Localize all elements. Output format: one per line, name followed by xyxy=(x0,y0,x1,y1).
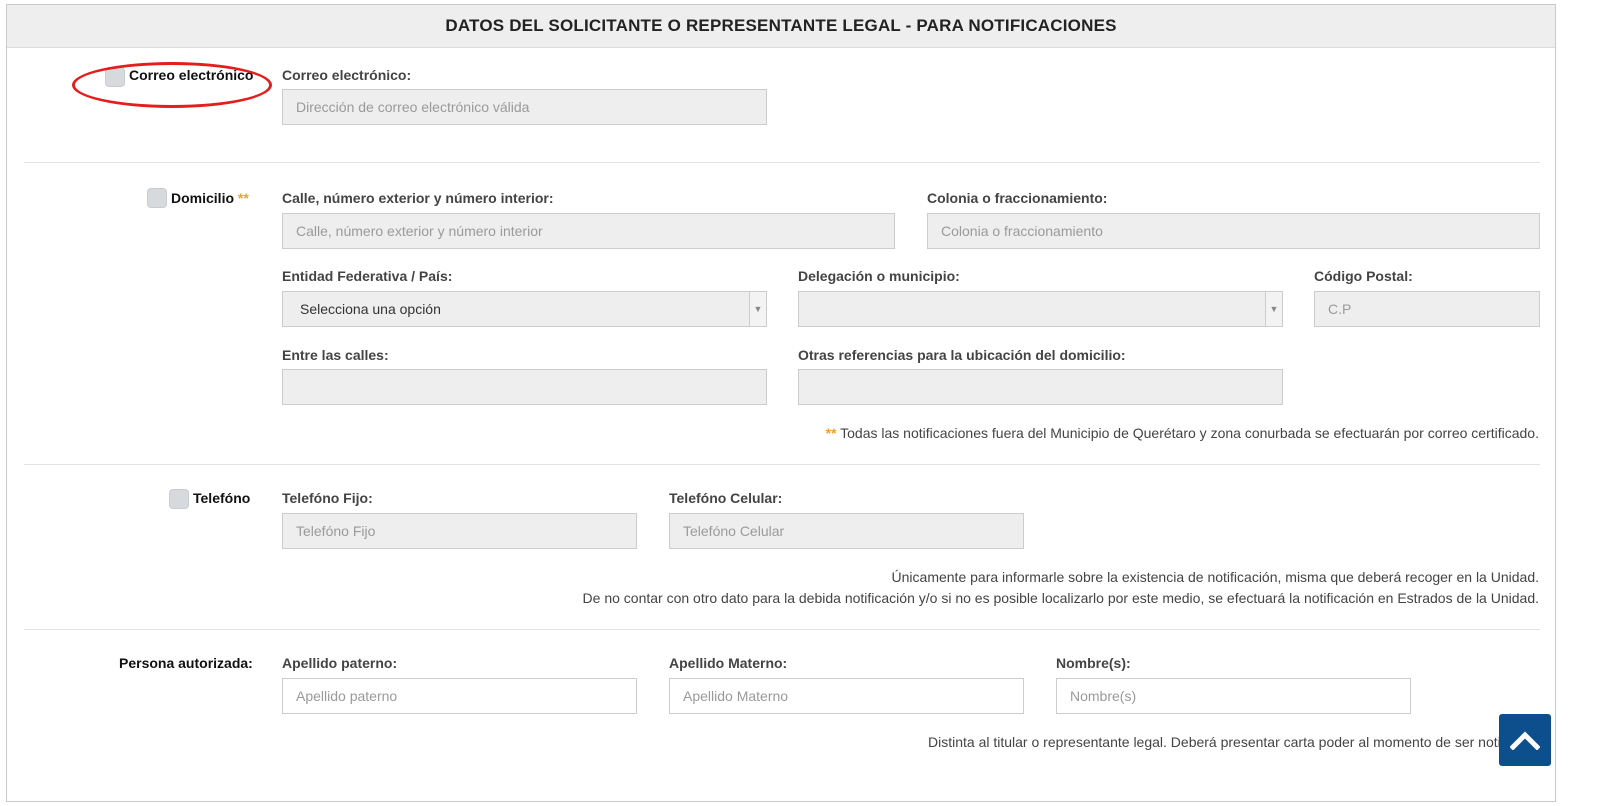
panel-title: DATOS DEL SOLICITANTE O REPRESENTANTE LE… xyxy=(7,5,1555,48)
address-option-text: Domicilio xyxy=(171,190,235,206)
authorized-note: Distinta al titular o representante lega… xyxy=(928,734,1543,750)
section-divider xyxy=(24,629,1540,630)
caret-down-icon: ▼ xyxy=(749,292,766,326)
names-input[interactable] xyxy=(1056,678,1411,714)
between-streets-input[interactable] xyxy=(282,369,767,405)
address-option-label: Domicilio ** xyxy=(171,190,249,206)
paternal-surname-input[interactable] xyxy=(282,678,637,714)
zip-field-label: Código Postal: xyxy=(1314,268,1413,284)
note-asterisk: ** xyxy=(825,425,837,441)
email-field-label: Correo electrónico: xyxy=(282,67,412,83)
between-streets-label: Entre las calles: xyxy=(282,347,389,363)
address-note: ** Todas las notificaciones fuera del Mu… xyxy=(826,425,1539,441)
notifications-panel: DATOS DEL SOLICITANTE O REPRESENTANTE LE… xyxy=(6,4,1556,802)
email-option-label: Correo electrónico xyxy=(129,67,254,83)
references-input[interactable] xyxy=(798,369,1283,405)
colony-input[interactable] xyxy=(927,213,1540,249)
address-asterisk: ** xyxy=(237,190,249,206)
colony-field-label: Colonia o fraccionamiento: xyxy=(927,190,1108,206)
maternal-surname-input[interactable] xyxy=(669,678,1024,714)
section-divider xyxy=(24,162,1540,163)
references-label: Otras referencias para la ubicación del … xyxy=(798,347,1126,363)
section-divider xyxy=(24,464,1540,465)
maternal-field-label: Apellido Materno: xyxy=(669,655,788,671)
mobile-field-label: Telefóno Celular: xyxy=(669,490,783,506)
mobile-input[interactable] xyxy=(669,513,1024,549)
phone-note-line1: Únicamente para informarle sobre la exis… xyxy=(891,569,1539,585)
municipality-select[interactable]: ▼ xyxy=(798,291,1283,327)
chevron-up-icon xyxy=(1510,731,1540,750)
state-select-value: Selecciona una opción xyxy=(300,301,441,317)
caret-down-icon: ▼ xyxy=(1265,292,1282,326)
landline-field-label: Telefóno Fijo: xyxy=(282,490,373,506)
street-field-label: Calle, número exterior y número interior… xyxy=(282,190,554,206)
paternal-field-label: Apellido paterno: xyxy=(282,655,398,671)
zip-input[interactable] xyxy=(1314,291,1540,327)
phone-note-line2: De no contar con otro dato para la debid… xyxy=(582,590,1539,606)
state-field-label: Entidad Federativa / País: xyxy=(282,268,453,284)
scroll-to-top-button[interactable] xyxy=(1499,714,1551,766)
names-field-label: Nombre(s): xyxy=(1056,655,1131,671)
state-select[interactable]: Selecciona una opción ▼ xyxy=(282,291,767,327)
address-note-text: Todas las notificaciones fuera del Munic… xyxy=(840,425,1539,441)
phone-option-label: Telefóno xyxy=(193,490,251,506)
address-checkbox[interactable] xyxy=(147,188,167,208)
municipality-field-label: Delegación o municipio: xyxy=(798,268,960,284)
email-checkbox[interactable] xyxy=(105,67,125,87)
authorized-section-label: Persona autorizada: xyxy=(119,655,253,671)
street-input[interactable] xyxy=(282,213,895,249)
email-input[interactable] xyxy=(282,89,767,125)
landline-input[interactable] xyxy=(282,513,637,549)
phone-checkbox[interactable] xyxy=(169,489,189,509)
